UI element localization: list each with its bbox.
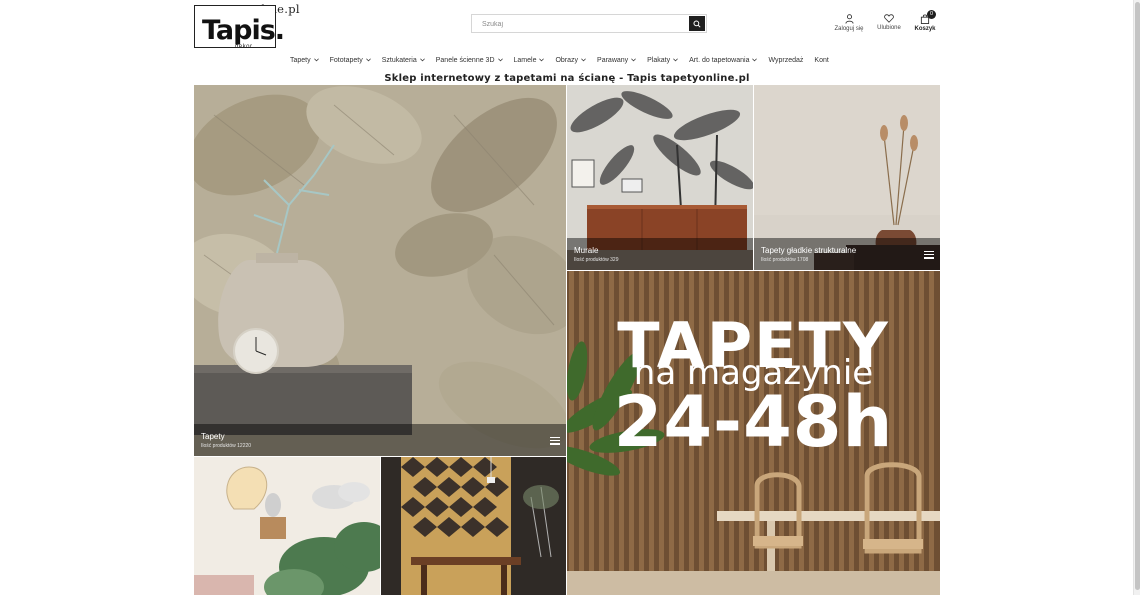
cart-count-badge: 0 (927, 10, 936, 19)
logo-box: Tapis. dekor (194, 5, 285, 50)
nav-item-label: Sztukateria (381, 56, 417, 64)
logo-brand: Tapis. (202, 15, 285, 46)
scrollbar-thumb[interactable] (1135, 2, 1140, 590)
chevron-down-icon (539, 58, 545, 62)
murale-caption: Murale Ilość produktów 329 (567, 238, 753, 270)
nav-item-label: Obrazy (555, 56, 579, 64)
tapety-name: Tapety (201, 432, 225, 441)
category-tile-gladkie[interactable]: Tapety gładkie strukturalne Ilość produk… (754, 85, 940, 270)
hamburger-icon[interactable] (924, 251, 934, 259)
nav-item-plakaty[interactable]: Plakaty (647, 55, 678, 65)
gladkie-caption: Tapety gładkie strukturalne Ilość produk… (754, 238, 940, 270)
murale-name: Murale (574, 246, 599, 255)
promo-line-3: 24-48h (613, 381, 894, 463)
nav-item-label: Lamele (513, 56, 537, 64)
nav-item-sztukateria[interactable]: Sztukateria (382, 55, 425, 65)
nav-item-label: Fototapety (329, 56, 363, 64)
page-heading: Sklep internetowy z tapetami na ścianę -… (384, 73, 750, 84)
cart-label: Koszyk (914, 26, 936, 32)
favorites-button[interactable]: Ulubione (876, 14, 902, 31)
login-button[interactable]: Zaloguj się (833, 14, 865, 32)
chevron-down-icon (673, 58, 678, 62)
murale-count: Ilość produktów 329 (574, 257, 619, 263)
category-tile-murale[interactable]: Murale Ilość produktów 329 (567, 85, 753, 270)
login-label: Zaloguj się (834, 26, 864, 32)
nav-item-label: Panele ścienne 3D (435, 56, 495, 64)
logo-sub: dekor (235, 44, 253, 50)
page: tapetyonline.pl Tapis. dekor Zaloguj się… (0, 0, 1140, 595)
gladkie-count: Ilość produktów 1708 (761, 257, 809, 263)
chevron-down-icon (581, 58, 586, 62)
nav-item-label: Plakaty (647, 56, 671, 64)
nav-item-lamele[interactable]: Lamele (514, 55, 545, 65)
nav-item-fototapety[interactable]: Fototapety (330, 55, 371, 65)
nav-item-label: Wyprzedaż (768, 56, 804, 64)
promo-banner[interactable]: TAPETY na magazynie 24-48h (567, 271, 940, 595)
tapety-image (194, 85, 566, 456)
geometric-image (381, 457, 566, 595)
chevron-down-icon (752, 58, 758, 62)
user-icon (844, 14, 854, 24)
chevron-down-icon (365, 58, 371, 62)
hamburger-icon[interactable] (550, 437, 560, 445)
kids-image (194, 457, 380, 595)
page-scrollbar[interactable] (1133, 0, 1140, 595)
chevron-down-icon (313, 58, 319, 62)
heart-icon (884, 14, 894, 23)
category-tile-kids[interactable] (194, 457, 380, 595)
search-button[interactable] (689, 16, 705, 31)
nav-item-label: Art. do tapetowania (689, 56, 750, 64)
gladkie-name: Tapety gładkie strukturalne (761, 246, 857, 255)
search-bar (471, 14, 707, 33)
tapety-count: Ilość produktów 12220 (201, 443, 252, 449)
chevron-down-icon (631, 58, 637, 62)
nav-item-obrazy[interactable]: Obrazy (555, 55, 586, 65)
cart-button[interactable]: 0 Koszyk (913, 10, 937, 32)
tapety-caption: Tapety Ilość produktów 12220 (194, 424, 566, 456)
nav-item-art-do-tapetowania[interactable]: Art. do tapetowania (689, 55, 758, 65)
nav-item-panele-ścienne-3d[interactable]: Panele ścienne 3D (436, 55, 503, 65)
chevron-down-icon (497, 58, 503, 62)
nav-item-parawany[interactable]: Parawany (597, 55, 637, 65)
nav-item-label: Tapety (290, 56, 311, 64)
search-input[interactable] (482, 17, 682, 31)
nav-item-kont[interactable]: Kont (814, 55, 828, 65)
favorites-label: Ulubione (877, 25, 901, 31)
nav-item-tapety[interactable]: Tapety (290, 55, 319, 65)
chevron-down-icon (419, 58, 425, 62)
nav-item-label: Kont (814, 56, 829, 64)
main-nav: Tapety Fototapety Sztukateria Panele ścienn… (290, 55, 840, 65)
category-tile-geometric[interactable] (381, 457, 566, 595)
search-icon (693, 19, 701, 28)
logo[interactable]: tapetyonline.pl Tapis. dekor (194, 2, 327, 50)
nav-item-wyprzedaż[interactable]: Wyprzedaż (768, 55, 803, 65)
category-tile-tapety[interactable]: Tapety Ilość produktów 12220 (194, 85, 566, 456)
nav-item-label: Parawany (597, 56, 629, 64)
